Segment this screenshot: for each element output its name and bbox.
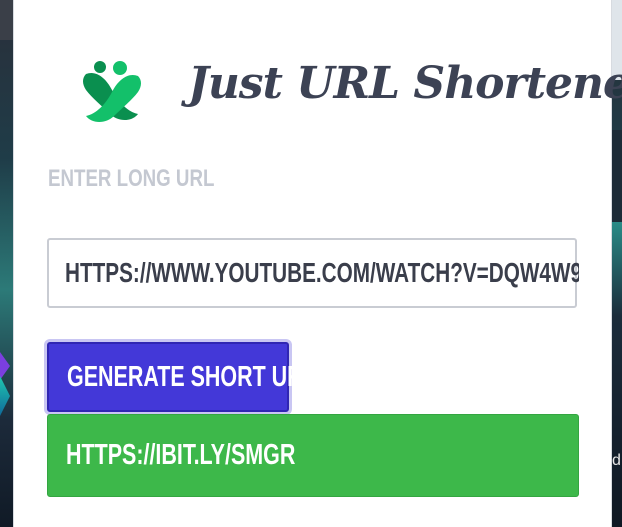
background-left-strip [0,0,14,527]
background-tab-text: li [0,12,1,30]
short-url-result[interactable]: HTTPS://IBIT.LY/SMGR [47,414,579,497]
stylized-x-person-logo-icon [80,60,144,128]
background-window-tab: li [0,0,14,40]
app-title: Just URL Shortener [188,58,622,109]
shortener-popup: Just URL Shortener ENTER LONG URL HTTPS:… [14,0,622,527]
long-url-input[interactable]: HTTPS://WWW.YOUTUBE.COM/WATCH?V=DQW4W9WG… [47,238,579,310]
long-url-label: ENTER LONG URL [48,165,215,192]
generate-short-url-button[interactable]: GENERATE SHORT URL [47,342,316,412]
background-right-dark-block [611,130,622,222]
long-url-input-value: HTTPS://WWW.YOUTUBE.COM/WATCH?V=DQW4W9WG… [65,257,579,288]
background-right-text: d [612,452,621,469]
generate-short-url-label: GENERATE SHORT URL [67,360,316,393]
short-url-text[interactable]: HTTPS://IBIT.LY/SMGR [66,439,295,472]
background-purple-shape [0,352,10,380]
